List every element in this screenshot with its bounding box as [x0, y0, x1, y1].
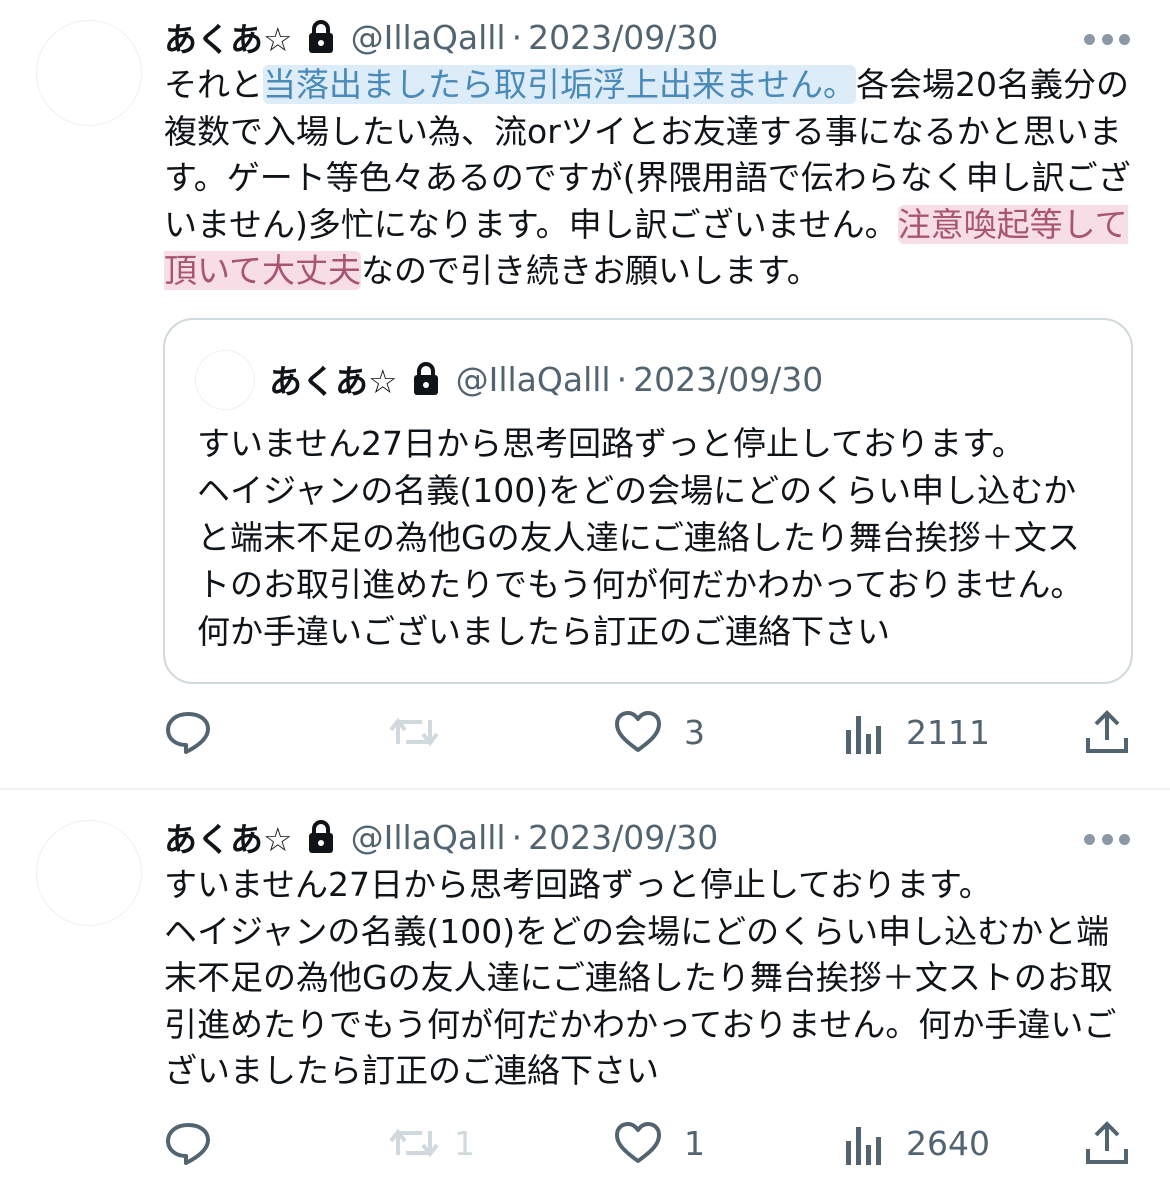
author-handle[interactable]: @IllaQalll [351, 818, 506, 857]
avatar[interactable] [36, 820, 142, 926]
tweet-date[interactable]: 2023/09/30 [528, 18, 718, 57]
reply-icon [166, 1123, 210, 1165]
retweet-count: 1 [454, 1123, 475, 1163]
share-icon [1086, 1121, 1128, 1164]
retweet-icon [389, 1128, 439, 1158]
quoted-author-name: あくあ☆ [269, 362, 398, 401]
retweet-icon [389, 717, 439, 747]
heart-icon [615, 1122, 661, 1163]
lock-icon [413, 362, 438, 395]
share-button[interactable] [1084, 1115, 1130, 1171]
reply-icon [166, 712, 210, 754]
lock-icon [308, 20, 333, 53]
tweet-text: すいません27日から思考回路ずっと停止しております。 ヘイジャンの名義(100)… [164, 865, 1117, 1090]
retweet-button[interactable] [388, 704, 462, 760]
text-segment: なので引き続きお願いします。 [361, 251, 820, 290]
avatar[interactable] [36, 20, 142, 126]
highlighted-text-blue: 当落出ましたら取引垢浮上出来ません。 [263, 65, 857, 104]
analytics-icon [846, 1127, 881, 1165]
share-icon [1086, 710, 1128, 753]
views-button[interactable]: 2640 [844, 1115, 990, 1171]
views-button[interactable]: 2111 [844, 704, 990, 760]
like-count: 1 [684, 1123, 705, 1163]
quoted-author-handle: @IllaQalll [455, 359, 611, 399]
quoted-tweet[interactable]: あくあ☆ @IllaQalll · 2023/09/30 すいません27日から思… [163, 318, 1133, 684]
lock-icon [308, 820, 333, 853]
author-name[interactable]: あくあ☆ [164, 813, 293, 861]
tweet[interactable]: あくあ☆ @IllaQalll · 2023/09/30 それと当落出ましたら取… [0, 0, 1170, 788]
quoted-header: あくあ☆ @IllaQalll · 2023/09/30 [269, 356, 823, 402]
view-count: 2640 [906, 1123, 990, 1163]
separator: · [511, 817, 523, 857]
quoted-text: すいません27日から思考回路ずっと停止しております。 ヘイジャンの名義(100)… [197, 424, 1084, 651]
more-options-icon[interactable] [1084, 833, 1130, 845]
analytics-icon [846, 716, 881, 754]
more-options-icon[interactable] [1084, 33, 1130, 45]
retweet-button[interactable]: 1 [388, 1115, 475, 1171]
view-count: 2111 [906, 712, 990, 752]
quoted-date: 2023/09/30 [633, 359, 824, 399]
tweet-date[interactable]: 2023/09/30 [528, 818, 718, 857]
tweet-text: それと当落出ましたら取引垢浮上出来ません。各会場20名義分の複数で入場したい為、… [164, 62, 1134, 295]
reply-button[interactable] [164, 1115, 234, 1171]
action-bar: 3 2111 [0, 704, 1170, 760]
like-button[interactable]: 1 [614, 1115, 705, 1171]
share-button[interactable] [1084, 704, 1130, 760]
tweet[interactable]: あくあ☆ @IllaQalll · 2023/09/30 すいません27日から思… [0, 790, 1170, 1197]
tweet-header: あくあ☆ @IllaQalll · 2023/09/30 [164, 814, 718, 860]
heart-icon [615, 711, 661, 752]
text-segment: それと [164, 65, 263, 104]
reply-button[interactable] [164, 704, 234, 760]
tweet-header: あくあ☆ @IllaQalll · 2023/09/30 [164, 14, 718, 60]
separator: · [616, 359, 628, 399]
author-handle[interactable]: @IllaQalll [351, 18, 506, 57]
author-name[interactable]: あくあ☆ [164, 13, 293, 61]
like-count: 3 [684, 712, 705, 752]
action-bar: 1 1 2640 [0, 1115, 1170, 1171]
separator: · [511, 17, 523, 57]
quoted-avatar [195, 350, 255, 410]
like-button[interactable]: 3 [614, 704, 705, 760]
